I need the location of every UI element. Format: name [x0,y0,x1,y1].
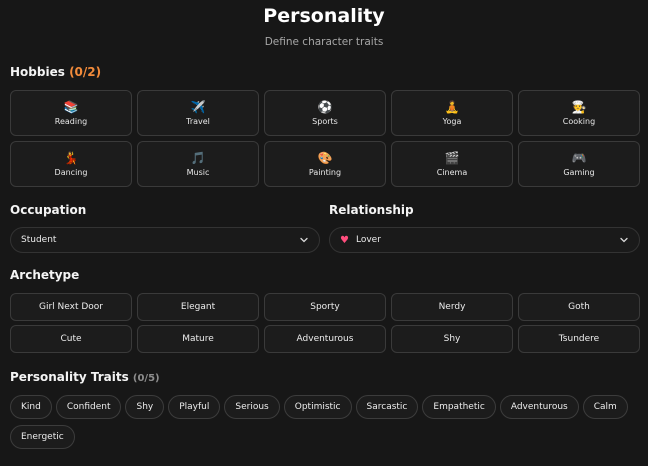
hobby-painting[interactable]: 🎨 Painting [264,141,386,187]
trait-chip[interactable]: Kind [10,395,52,419]
archetype-option[interactable]: Girl Next Door [10,293,132,321]
occupation-select[interactable]: Student [10,227,320,253]
hobby-label: Cooking [562,117,596,126]
hobbies-label: Hobbies [10,65,65,79]
archetype-label: Archetype [10,268,80,282]
soccer-ball-icon: ⚽ [317,100,333,114]
hobby-yoga[interactable]: 🧘 Yoga [391,90,513,136]
hobbies-heading: Hobbies (0/2) [10,65,101,79]
relationship-value: Lover [355,235,381,245]
hobby-reading[interactable]: 📚 Reading [10,90,132,136]
books-icon: 📚 [63,100,79,114]
archetype-option[interactable]: Cute [10,325,132,353]
archetype-option[interactable]: Mature [137,325,259,353]
hobby-label: Sports [312,117,338,126]
hobby-sports[interactable]: ⚽ Sports [264,90,386,136]
traits-heading: Personality Traits (0/5) [10,370,160,384]
archetype-option[interactable]: Adventurous [264,325,386,353]
hobbies-count: (0/2) [69,65,102,79]
hobby-label: Gaming [563,168,595,177]
trait-chip[interactable]: Energetic [10,425,75,449]
trait-chip[interactable]: Adventurous [499,395,579,419]
hobby-dancing[interactable]: 💃 Dancing [10,141,132,187]
gamepad-icon: 🎮 [571,151,587,165]
hobby-gaming[interactable]: 🎮 Gaming [518,141,640,187]
page-title: Personality [263,5,385,27]
hobby-cinema[interactable]: 🎬 Cinema [391,141,513,187]
hobby-label: Painting [308,168,342,177]
archetype-option[interactable]: Shy [391,325,513,353]
archetype-option[interactable]: Tsundere [518,325,640,353]
chevron-down-icon [299,235,309,245]
relationship-label: Relationship [329,203,414,217]
hobby-label: Reading [54,117,88,126]
chef-icon: 🧑‍🍳 [571,100,587,114]
airplane-icon: ✈️ [190,100,206,114]
yoga-icon: 🧘 [444,100,460,114]
palette-icon: 🎨 [317,151,333,165]
relationship-select[interactable]: ♥ Lover [329,227,640,253]
archetype-option[interactable]: Sporty [264,293,386,321]
hobby-label: Dancing [54,168,88,177]
hobby-label: Cinema [436,168,468,177]
dancer-icon: 💃 [63,151,79,165]
trait-chip[interactable]: Playful [168,395,221,419]
heart-icon: ♥ [340,234,349,246]
trait-chip[interactable]: Sarcastic [355,395,419,419]
music-note-icon: 🎵 [190,151,206,165]
trait-chip[interactable]: Shy [125,395,165,419]
traits-label: Personality Traits [10,370,129,384]
archetype-option[interactable]: Nerdy [391,293,513,321]
hobby-cooking[interactable]: 🧑‍🍳 Cooking [518,90,640,136]
occupation-value: Student [21,235,57,245]
occupation-label: Occupation [10,203,87,217]
hobby-music[interactable]: 🎵 Music [137,141,259,187]
chevron-down-icon [619,235,629,245]
trait-chip[interactable]: Serious [224,395,280,419]
clapperboard-icon: 🎬 [444,151,460,165]
hobby-label: Music [186,168,210,177]
archetype-grid: Girl Next Door Elegant Sporty Nerdy Goth… [10,293,640,353]
hobby-travel[interactable]: ✈️ Travel [137,90,259,136]
trait-chip[interactable]: Confident [55,395,122,419]
archetype-option[interactable]: Elegant [137,293,259,321]
hobby-grid: 📚 Reading ✈️ Travel ⚽ Sports 🧘 Yoga 🧑‍🍳 Cooki… [10,90,640,187]
hobby-label: Travel [186,117,210,126]
trait-chip[interactable]: Empathetic [422,395,496,419]
page-subtitle: Define character traits [264,36,384,48]
traits-list: Kind Confident Shy Playful Serious Optim… [10,395,640,449]
traits-count: (0/5) [132,373,160,384]
hobby-label: Yoga [442,117,462,126]
trait-chip[interactable]: Optimistic [283,395,352,419]
archetype-option[interactable]: Goth [518,293,640,321]
trait-chip[interactable]: Calm [582,395,628,419]
